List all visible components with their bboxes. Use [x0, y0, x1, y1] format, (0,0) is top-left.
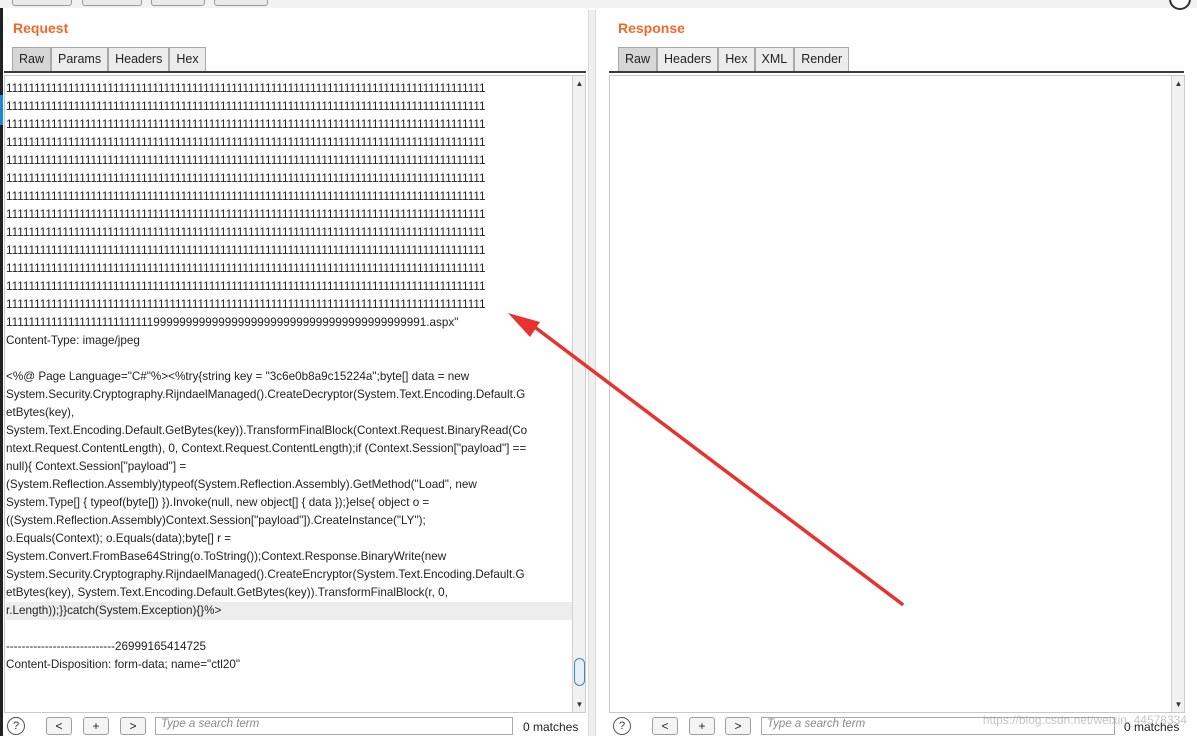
search-add-button[interactable]: + [83, 717, 109, 735]
request-line: ((System.Reflection.Assembly)Context.Ses… [6, 514, 426, 527]
request-line: System.Type[] { typeof(byte[]) }).Invoke… [6, 496, 430, 509]
request-line: 1111111111111111111111111111111111111111… [6, 262, 486, 275]
request-line: 1111111111111111111111111111111111111111… [6, 208, 486, 221]
response-tab-xml[interactable]: XML [754, 47, 795, 71]
request-line: r.Length));}}catch(System.Exception){}%> [6, 602, 572, 620]
request-line: (System.Reflection.Assembly)typeof(Syste… [6, 478, 477, 491]
request-editor[interactable]: 1111111111111111111111111111111111111111… [4, 75, 586, 713]
request-line: System.Text.Encoding.Default.GetBytes(ke… [6, 424, 528, 437]
help-icon[interactable] [1169, 0, 1191, 10]
request-line: 1111111111111111111111111199999999999999… [6, 316, 459, 329]
search-next-button[interactable]: > [725, 717, 751, 735]
top-toolbar [0, 0, 1197, 10]
request-line: 1111111111111111111111111111111111111111… [6, 190, 486, 203]
request-line: ----------------------------269991654147… [6, 710, 572, 712]
request-line [6, 674, 572, 692]
request-line [6, 620, 572, 638]
response-tabs: Raw Headers Hex XML Render [618, 47, 850, 71]
request-line: etBytes(key), System.Text.Encoding.Defau… [6, 586, 448, 599]
request-tab-hex[interactable]: Hex [169, 47, 206, 71]
pane-splitter[interactable] [588, 10, 596, 736]
response-pane: Response Raw Headers Hex XML Render ▲ ▼ … [597, 10, 1197, 736]
search-prev-button[interactable]: < [46, 717, 72, 735]
request-line: 1111111111111111111111111111111111111111… [6, 244, 486, 257]
tab-underline [4, 71, 586, 73]
request-tab-raw[interactable]: Raw [12, 47, 52, 71]
request-title: Request [13, 20, 69, 36]
request-pane: Request Raw Params Headers Hex 111111111… [0, 10, 587, 736]
request-line: 1111111111111111111111111111111111111111… [6, 172, 486, 185]
request-line: <%@ Page Language="C#"%><%try{string key… [6, 370, 470, 383]
request-line: 1111111111111111111111111111111111111111… [6, 226, 486, 239]
response-tab-raw[interactable]: Raw [618, 47, 658, 71]
request-line: etBytes(key), [6, 406, 75, 419]
response-title: Response [618, 20, 685, 36]
request-line: ----------------------------269991654147… [6, 640, 206, 653]
request-tab-headers[interactable]: Headers [108, 47, 170, 71]
request-line [6, 692, 572, 710]
search-prev-button[interactable]: < [652, 717, 678, 735]
watermark-text: https://blog.csdn.net/weixin_44578334 [982, 713, 1187, 727]
request-line: 1111111111111111111111111111111111111111… [6, 280, 486, 293]
search-add-button[interactable]: + [689, 717, 715, 735]
request-line: 1111111111111111111111111111111111111111… [6, 298, 486, 311]
request-line: 1111111111111111111111111111111111111111… [6, 154, 486, 167]
request-line: 1111111111111111111111111111111111111111… [6, 118, 486, 131]
request-line: null){ Context.Session["payload"] = [6, 460, 187, 473]
scroll-up-icon[interactable]: ▲ [1174, 78, 1183, 89]
scroll-down-icon[interactable]: ▼ [575, 699, 584, 710]
search-input[interactable]: Type a search term [155, 717, 513, 735]
response-tab-headers[interactable]: Headers [657, 47, 719, 71]
request-line: Content-Type: image/jpeg [6, 334, 140, 347]
scroll-thumb[interactable] [574, 658, 585, 686]
request-line: ntext.Request.ContentLength), 0, Context… [6, 442, 527, 455]
request-line [6, 350, 572, 368]
tab-underline [609, 71, 1184, 73]
search-help-icon[interactable]: ? [7, 717, 25, 735]
request-line: 1111111111111111111111111111111111111111… [6, 82, 486, 95]
search-help-icon[interactable]: ? [613, 717, 631, 735]
response-editor[interactable]: ▲ ▼ [609, 75, 1185, 713]
request-line: 1111111111111111111111111111111111111111… [6, 100, 486, 113]
request-search-bar: ? < + > Type a search term 0 matches [0, 714, 587, 736]
request-line: 1111111111111111111111111111111111111111… [6, 136, 486, 149]
toolbar-button[interactable] [82, 0, 142, 6]
request-body-text[interactable]: 1111111111111111111111111111111111111111… [6, 80, 572, 712]
scroll-down-icon[interactable]: ▼ [1174, 699, 1183, 710]
response-tab-hex[interactable]: Hex [718, 47, 755, 71]
request-line: System.Security.Cryptography.RijndaelMan… [6, 568, 525, 581]
request-line: Content-Disposition: form-data; name="ct… [6, 658, 241, 671]
response-scrollbar[interactable]: ▲ ▼ [1171, 76, 1184, 712]
toolbar-button[interactable] [214, 0, 268, 6]
search-match-count: 0 matches [523, 720, 579, 734]
request-line: System.Security.Cryptography.RijndaelMan… [6, 388, 526, 401]
request-scrollbar[interactable]: ▲ ▼ [572, 76, 585, 712]
request-tab-params[interactable]: Params [51, 47, 109, 71]
search-next-button[interactable]: > [120, 717, 146, 735]
toolbar-button[interactable] [151, 0, 205, 6]
toolbar-button[interactable] [12, 0, 72, 6]
response-tab-render[interactable]: Render [794, 47, 850, 71]
request-line: o.Equals(Context); o.Equals(data);byte[]… [6, 532, 232, 545]
request-tabs: Raw Params Headers Hex [12, 47, 206, 71]
scroll-up-icon[interactable]: ▲ [575, 78, 584, 89]
request-line: System.Convert.FromBase64String(o.ToStri… [6, 550, 447, 563]
